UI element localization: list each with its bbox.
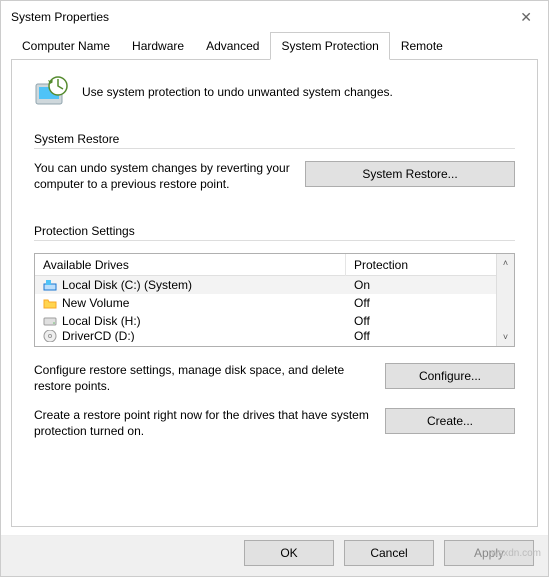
drive-name-label: Local Disk (C:) (System) <box>62 278 192 292</box>
divider <box>34 240 515 241</box>
ok-button[interactable]: OK <box>244 540 334 566</box>
section-protection-title: Protection Settings <box>34 224 515 238</box>
restore-shield-icon <box>34 74 70 110</box>
tab-advanced[interactable]: Advanced <box>195 32 270 60</box>
drive-name-label: New Volume <box>62 296 129 310</box>
close-icon[interactable]: ✕ <box>514 7 538 28</box>
create-description: Create a restore point right now for the… <box>34 408 371 439</box>
tab-computer-name[interactable]: Computer Name <box>11 32 121 60</box>
drive-row[interactable]: Local Disk (C:) (System) On <box>35 276 496 294</box>
drives-list[interactable]: Available Drives Protection Local Disk (… <box>35 254 496 346</box>
system-restore-button[interactable]: System Restore... <box>305 161 515 187</box>
drive-name-label: DriverCD (D:) <box>62 330 135 342</box>
section-restore-title: System Restore <box>34 132 515 146</box>
drive-protection-label: Off <box>346 330 496 342</box>
drives-header: Available Drives Protection <box>35 254 496 276</box>
col-header-drives[interactable]: Available Drives <box>35 254 346 276</box>
col-header-protection[interactable]: Protection <box>346 254 496 276</box>
cancel-button[interactable]: Cancel <box>344 540 434 566</box>
disc-icon <box>43 330 57 342</box>
scroll-down-icon[interactable]: ˅ <box>497 328 514 346</box>
restore-description: You can undo system changes by reverting… <box>34 161 291 192</box>
scroll-up-icon[interactable]: ˄ <box>497 254 514 272</box>
system-properties-window: System Properties ✕ Computer Name Hardwa… <box>0 0 549 577</box>
hdd-icon <box>43 314 57 328</box>
scroll-track[interactable] <box>497 272 514 328</box>
configure-row: Configure restore settings, manage disk … <box>34 363 515 394</box>
drives-list-box: Available Drives Protection Local Disk (… <box>34 253 515 347</box>
create-button[interactable]: Create... <box>385 408 515 434</box>
intro-row: Use system protection to undo unwanted s… <box>34 74 515 110</box>
tab-hardware[interactable]: Hardware <box>121 32 195 60</box>
drive-protection-label: Off <box>346 314 496 328</box>
tab-remote[interactable]: Remote <box>390 32 454 60</box>
restore-row: You can undo system changes by reverting… <box>34 161 515 192</box>
create-row: Create a restore point right now for the… <box>34 408 515 439</box>
apply-button[interactable]: Apply <box>444 540 534 566</box>
tab-bar: Computer Name Hardware Advanced System P… <box>11 31 538 60</box>
folder-icon <box>43 296 57 310</box>
drive-protection-label: Off <box>346 296 496 310</box>
scrollbar[interactable]: ˄ ˅ <box>496 254 514 346</box>
intro-text: Use system protection to undo unwanted s… <box>82 85 393 99</box>
drive-name-label: Local Disk (H:) <box>62 314 141 328</box>
divider <box>34 148 515 149</box>
window-title: System Properties <box>11 10 109 24</box>
tab-system-protection[interactable]: System Protection <box>270 32 389 60</box>
configure-description: Configure restore settings, manage disk … <box>34 363 371 394</box>
drive-row[interactable]: DriverCD (D:) Off <box>35 330 496 342</box>
tab-content: Use system protection to undo unwanted s… <box>11 60 538 527</box>
dialog-button-row: OK Cancel Apply <box>1 535 548 576</box>
drive-row[interactable]: New Volume Off <box>35 294 496 312</box>
configure-button[interactable]: Configure... <box>385 363 515 389</box>
hdd-win-icon <box>43 278 57 292</box>
drive-row[interactable]: Local Disk (H:) Off <box>35 312 496 330</box>
titlebar: System Properties ✕ <box>1 1 548 31</box>
drive-protection-label: On <box>346 278 496 292</box>
